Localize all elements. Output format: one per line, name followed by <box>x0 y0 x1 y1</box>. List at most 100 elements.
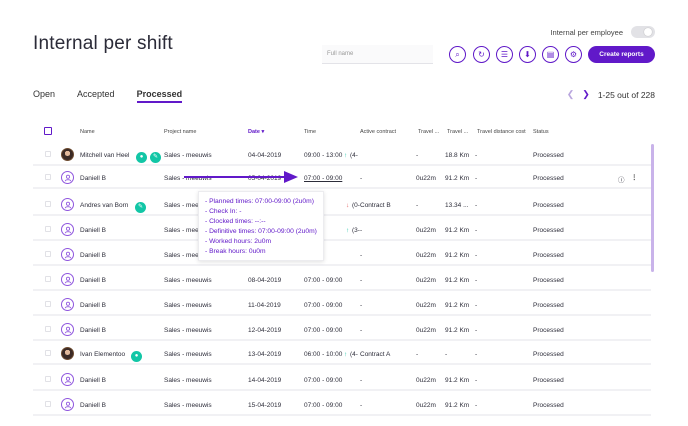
scrollbar[interactable] <box>651 144 654 272</box>
column-travel-1[interactable]: Travel ... <box>418 129 439 135</box>
row-travel-1: - <box>416 351 419 358</box>
row-travel-1: 0u22m <box>416 227 436 234</box>
row-name[interactable]: Mitchell van Heel <box>80 152 130 159</box>
arrow-up-icon: ↑ <box>346 227 350 234</box>
row-time: 07:00 - 09:00 <box>304 302 343 309</box>
row-contract: - <box>360 227 363 234</box>
column-status[interactable]: Status <box>533 129 549 135</box>
row-checkbox[interactable] <box>45 301 51 307</box>
table-row[interactable]: Daniell B Sales - meeuwis 08-04-2019 07:00 … <box>33 269 651 291</box>
table-row[interactable]: Daniell B Sales - meeuwis 11-04-2019 07:00 … <box>33 294 651 316</box>
internal-per-employee-toggle[interactable] <box>631 26 655 38</box>
avatar <box>61 373 74 386</box>
sort-down-icon: ▾ <box>261 129 265 135</box>
page-range: 1-25 out of 228 <box>597 89 655 100</box>
row-name[interactable]: Daniell B <box>80 302 106 309</box>
table-row[interactable]: Daniell BSales - meeuwis10:00↑(3--0u22m9… <box>33 219 651 241</box>
row-name[interactable]: Andres van Born <box>80 202 128 209</box>
row-checkbox[interactable] <box>45 326 51 332</box>
info-icon[interactable]: ⓘ <box>618 174 625 184</box>
row-travel-1: 0u22m <box>416 175 436 182</box>
column-travel-distance[interactable]: Travel distance cost <box>477 129 526 135</box>
row-travel-2: 91.2 Km <box>445 377 470 384</box>
user-icon <box>64 174 71 181</box>
table-row[interactable]: Ivan Elementoo ● Sales - meeuwis 13-04-2019… <box>33 343 651 365</box>
row-name[interactable]: Daniell B <box>80 252 106 259</box>
avatar <box>61 398 74 411</box>
tooltip-planned: - Planned times: 07:00-09:00 (2u0m) <box>205 198 314 205</box>
row-status: Processed <box>533 202 564 209</box>
row-travel-2: 91.2 Km <box>445 252 470 259</box>
user-icon <box>64 226 71 233</box>
select-all-checkbox[interactable] <box>44 127 52 135</box>
user-icon <box>64 401 71 408</box>
row-time-suffix: (3- <box>352 227 360 234</box>
avatar <box>61 347 74 360</box>
download-button[interactable]: ⬇ <box>519 46 536 63</box>
column-travel-2[interactable]: Travel ... <box>447 129 468 135</box>
next-page-icon[interactable]: ❯ <box>582 89 590 100</box>
row-checkbox[interactable] <box>45 276 51 282</box>
column-time[interactable]: Time <box>304 129 316 135</box>
page: { "title": "Internal per shift", "toggle… <box>0 0 688 426</box>
row-travel-2: - <box>445 351 448 358</box>
row-name[interactable]: Ivan Elementoo <box>80 351 125 358</box>
tab-accepted[interactable]: Accepted <box>77 89 115 103</box>
chat-icon[interactable]: ● <box>131 351 142 362</box>
previous-page-icon[interactable]: ❮ <box>567 89 575 100</box>
table-row[interactable]: Daniell B Sales - meeuwis 14-04-2019 07:00 … <box>33 369 651 391</box>
refresh-button[interactable]: ↻ <box>473 46 490 63</box>
table-row[interactable]: Daniell B Sales - meeuwis 15-04-2019 07:00 … <box>33 394 651 416</box>
row-travel-2: 91.2 Km <box>445 302 470 309</box>
filter-button[interactable]: ☰ <box>496 46 513 63</box>
row-name[interactable]: Daniell B <box>80 277 106 284</box>
row-time[interactable]: 07:00 - 09:00 <box>304 175 342 182</box>
row-checkbox[interactable] <box>45 401 51 407</box>
avatar <box>61 198 74 211</box>
row-checkbox[interactable] <box>45 201 51 207</box>
edit-icon[interactable]: ✎ <box>135 202 146 213</box>
search-button[interactable]: ⌕ <box>449 46 466 63</box>
row-name[interactable]: Daniell B <box>80 377 106 384</box>
table-row[interactable]: Daniell B Sales - meeuwis 05-04-2019 07:00 … <box>33 167 651 189</box>
more-options-icon[interactable]: ⋮ <box>631 173 638 181</box>
settings-button[interactable]: ⚙ <box>565 46 582 63</box>
row-travel-distance: - <box>475 227 478 234</box>
table-row[interactable]: Daniell B Sales - meeuwis 12-04-2019 07:00 … <box>33 319 651 341</box>
column-date[interactable]: Date ▾ <box>248 129 264 135</box>
tooltip-clocked: - Clocked times: --:-- <box>205 218 266 226</box>
row-travel-1: - <box>416 152 419 159</box>
table-row[interactable]: Daniell BSales - meeuwis09:00-0u22m91.2 … <box>33 244 651 266</box>
row-checkbox[interactable] <box>45 151 51 157</box>
employee-toggle-group: Internal per employee <box>550 26 655 38</box>
row-name[interactable]: Daniell B <box>80 175 106 182</box>
row-checkbox[interactable] <box>45 174 51 180</box>
row-travel-2: 91.2 Km <box>445 277 470 284</box>
tab-open[interactable]: Open <box>33 89 55 103</box>
column-name[interactable]: Name <box>80 129 95 135</box>
row-travel-1: - <box>416 202 419 209</box>
arrow-down-icon: ↓ <box>346 202 350 209</box>
row-checkbox[interactable] <box>45 376 51 382</box>
edit-icon[interactable]: ✎ <box>150 152 161 163</box>
row-travel-1: 0u22m <box>416 252 436 259</box>
row-name[interactable]: Daniell B <box>80 327 106 334</box>
row-travel-distance: - <box>475 175 478 182</box>
export-button[interactable]: ▤ <box>542 46 559 63</box>
row-checkbox[interactable] <box>45 251 51 257</box>
chat-icon[interactable]: ● <box>136 152 147 163</box>
search-icon: ⌕ <box>455 49 460 59</box>
create-reports-button[interactable]: Create reports <box>588 46 655 63</box>
table-row[interactable]: Andres van Born✎Sales - meeuwis09:10↓(0-… <box>33 194 651 216</box>
row-name[interactable]: Daniell B <box>80 402 106 409</box>
table-row[interactable]: Mitchell van Heel ● ✎ Sales - meeuwis 04-04-… <box>33 144 651 166</box>
row-name[interactable]: Daniell B <box>80 227 106 234</box>
row-checkbox[interactable] <box>45 350 51 356</box>
column-contract[interactable]: Active contract <box>360 129 396 135</box>
tooltip-check-in: - Check In: - <box>205 208 242 216</box>
row-checkbox[interactable] <box>45 226 51 232</box>
column-project[interactable]: Project name <box>164 129 196 135</box>
row-contract: Contract A <box>360 351 391 358</box>
tab-processed[interactable]: Processed <box>136 89 183 103</box>
search-input[interactable]: Full name <box>322 45 433 64</box>
